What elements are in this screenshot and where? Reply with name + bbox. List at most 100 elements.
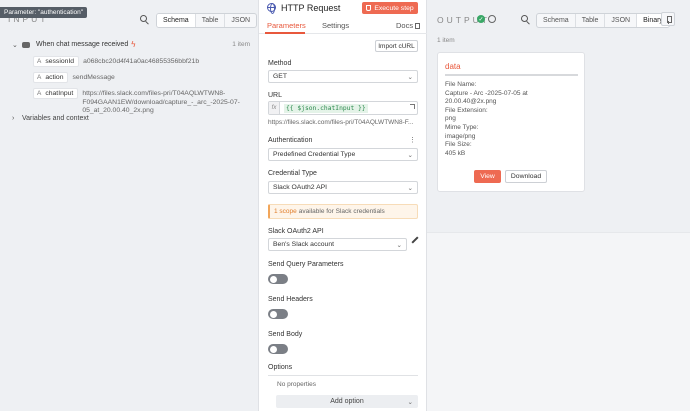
input-tab-json[interactable]: JSON <box>224 14 256 27</box>
globe-icon <box>267 3 276 14</box>
input-tab-table[interactable]: Table <box>194 14 225 27</box>
card-divider <box>445 74 578 76</box>
chevron-down-icon: ⌄ <box>407 73 413 81</box>
url-resolved-preview: https://files.slack.com/files-pri/T04AQL… <box>268 119 414 126</box>
no-properties-text: No properties <box>277 381 317 388</box>
credential-type-value: Slack OAuth2 API <box>273 184 328 191</box>
node-header: HTTP Request Execute step <box>259 0 428 16</box>
slack-oauth-label: Slack OAuth2 API <box>268 228 324 235</box>
slack-credential-value: Ben's Slack account <box>273 241 334 248</box>
input-view-toggle: Schema Table JSON <box>156 13 258 28</box>
send-headers-label: Send Headers <box>268 296 313 303</box>
import-curl-button[interactable]: Import cURL <box>375 40 418 52</box>
output-tab-schema[interactable]: Schema <box>537 14 575 27</box>
schema-field-chatinput[interactable]: AchatInput https://files.slack.com/files… <box>33 88 240 116</box>
variables-context-row[interactable]: › Variables and context <box>12 115 89 122</box>
send-headers-toggle[interactable] <box>268 309 288 319</box>
add-option-button[interactable]: Add option ⌄ <box>276 395 418 408</box>
file-extension-label: File Extension: <box>445 106 488 114</box>
schema-field-action[interactable]: Aaction sendMessage <box>33 72 115 83</box>
mime-type-label: Mime Type: <box>445 123 479 131</box>
pin-data-button[interactable] <box>661 12 675 26</box>
node-parameters-panel: HTTP Request Execute step Parameters Set… <box>258 0 428 411</box>
send-body-toggle[interactable] <box>268 344 288 354</box>
binary-key: data <box>445 62 461 71</box>
credential-type-select[interactable]: Slack OAuth2 API ⌄ <box>268 181 418 194</box>
chevron-down-icon: ⌄ <box>407 184 413 192</box>
credential-type-label: Credential Type <box>268 170 317 177</box>
file-size-value: 405 kB <box>445 149 466 157</box>
url-expression-input[interactable]: fx {{ $json.chatInput }} <box>268 101 418 115</box>
docs-label: Docs <box>396 21 414 30</box>
active-tab-indicator <box>265 32 305 34</box>
send-query-toggle[interactable] <box>268 274 288 284</box>
schema-field-sessionid[interactable]: AsessionId a068cbc20d4f41a0ac46855356bbf… <box>33 56 199 67</box>
field-value: sendMessage <box>72 74 115 81</box>
tab-docs[interactable]: Docs <box>396 21 421 30</box>
download-button[interactable]: Download <box>505 170 547 183</box>
variables-context-label: Variables and context <box>22 115 89 122</box>
output-tab-json[interactable]: JSON <box>604 14 636 27</box>
chevron-down-icon: ⌄ <box>396 241 402 249</box>
canvas-background <box>427 232 690 411</box>
trigger-node-row[interactable]: ⌄ When chat message received ϟ 1 item <box>12 40 250 49</box>
binary-data-card: data File Name: Capture - Arc -2025-07-0… <box>437 52 585 192</box>
field-value-line: F094GAAN1EW/download/capture_-_arc_-2025… <box>82 98 240 106</box>
chat-icon <box>22 41 30 48</box>
trigger-node-name: When chat message received <box>36 41 129 48</box>
field-key: chatInput <box>45 90 74 97</box>
authentication-select[interactable]: Predefined Credential Type ⌄ <box>268 148 418 161</box>
success-check-icon: ✓ <box>477 15 485 23</box>
tab-settings[interactable]: Settings <box>322 21 349 30</box>
node-tabs: Parameters Settings Docs <box>259 18 428 34</box>
clock-icon <box>488 15 496 23</box>
url-label: URL <box>268 92 283 99</box>
lightning-icon: ϟ <box>131 40 136 49</box>
output-view-toggle: Schema Table JSON Binary <box>536 13 670 28</box>
more-options-icon[interactable]: ⋮ <box>409 136 416 144</box>
send-query-label: Send Query Parameters <box>268 261 344 268</box>
url-expression: {{ $json.chatInput }} <box>284 103 368 113</box>
external-link-icon <box>415 23 421 29</box>
field-value: https://files.slack.com/files-pri/T04AQL… <box>82 90 240 116</box>
options-divider <box>268 375 418 376</box>
output-item-count: 1 item <box>437 37 455 44</box>
string-type-icon: A <box>37 74 42 81</box>
file-extension-value: png <box>445 115 456 123</box>
flask-icon <box>366 5 372 11</box>
field-value: a068cbc20d4f41a0ac46855356bbf21b <box>83 58 200 65</box>
chevron-right-icon[interactable]: › <box>12 115 22 122</box>
parameter-tooltip: Parameter: "authentication" <box>0 7 88 18</box>
field-key: sessionId <box>45 58 75 65</box>
string-type-icon: A <box>37 58 42 65</box>
field-key: action <box>45 74 64 81</box>
slack-credential-select[interactable]: Ben's Slack account ⌄ <box>268 238 407 251</box>
method-label: Method <box>268 60 292 67</box>
field-value-line: https://files.slack.com/files-pri/T04AQL… <box>82 90 226 97</box>
authentication-value: Predefined Credential Type <box>273 151 356 158</box>
execute-step-button[interactable]: Execute step <box>362 2 418 14</box>
tab-parameters[interactable]: Parameters <box>267 21 306 30</box>
node-title[interactable]: HTTP Request <box>281 3 340 13</box>
search-icon[interactable] <box>521 15 531 25</box>
input-panel: Parameter: "authentication" INPUT Schema… <box>0 0 258 411</box>
view-button[interactable]: View <box>474 170 501 183</box>
execute-step-label: Execute step <box>374 4 414 12</box>
file-size-label: File Size: <box>445 141 472 149</box>
input-tab-schema[interactable]: Schema <box>157 14 195 27</box>
field-value-line: 05_at_20.00.40_2x.png <box>82 107 154 114</box>
chevron-down-icon: ⌄ <box>407 398 413 406</box>
search-icon[interactable] <box>140 15 150 25</box>
scope-count-link[interactable]: 1 scope <box>274 208 297 215</box>
output-tab-table[interactable]: Table <box>574 14 605 27</box>
add-option-label: Add option <box>330 398 364 405</box>
method-select[interactable]: GET ⌄ <box>268 70 418 83</box>
chevron-down-icon[interactable]: ⌄ <box>12 41 22 49</box>
expand-icon[interactable] <box>410 104 415 109</box>
edit-pencil-icon[interactable] <box>411 236 419 244</box>
file-name-value: 20.00.40@2x.png <box>445 98 497 106</box>
file-name-value: Capture - Arc -2025-07-05 at <box>445 89 528 97</box>
scope-notice: 1 scope available for Slack credentials <box>268 204 418 219</box>
authentication-label: Authentication <box>268 137 313 144</box>
file-name-label: File Name: <box>445 81 477 88</box>
